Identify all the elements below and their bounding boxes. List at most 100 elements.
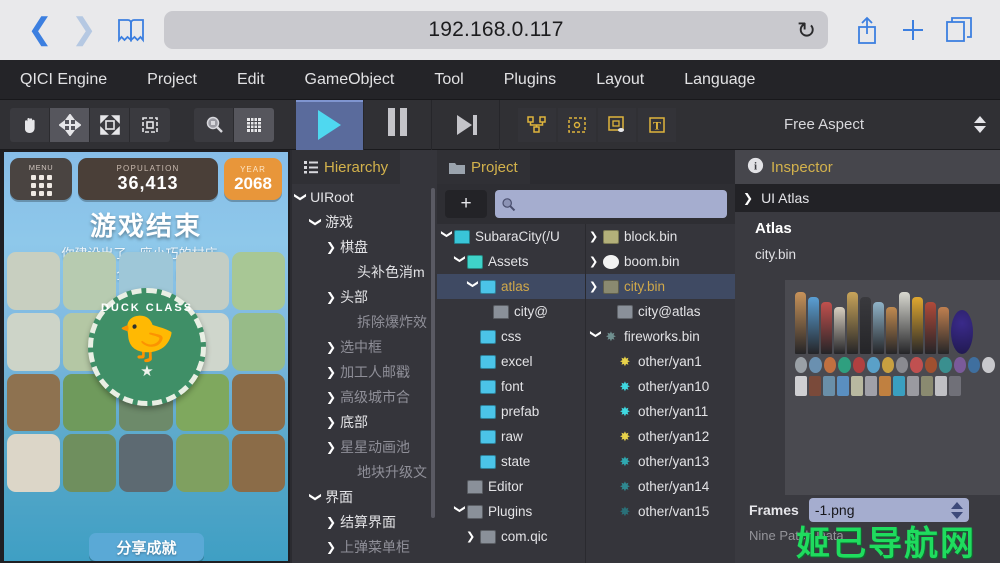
atlas-preview[interactable] (785, 280, 1000, 495)
hierarchy-row[interactable]: ❯ 头部 (292, 284, 437, 309)
share-button[interactable] (844, 8, 890, 52)
pause-button[interactable] (364, 99, 432, 150)
hierarchy-row[interactable]: ❯ 高级城市合 (292, 384, 437, 409)
chevron-down-icon[interactable]: ❯ (454, 255, 467, 269)
chevron-right-icon[interactable]: ❯ (326, 540, 336, 554)
project-tree-row[interactable]: ❯ Plugins (437, 499, 585, 524)
new-tab-button[interactable] (890, 8, 936, 52)
hierarchy-tree[interactable]: ❯ UIRoot ❯ 游戏 ❯ 棋盘 头补色消m ❯ 头部 拆除爆炸效 ❯ 选中框 ❯ 加工人邮戳 ❯ 高级城… (292, 184, 437, 563)
project-asset-row[interactable]: ✸ other/yan13 (586, 449, 735, 474)
tab-inspector[interactable]: i Inspector (735, 150, 1000, 184)
chevron-right-icon[interactable]: ❯ (466, 530, 480, 543)
chevron-right-icon[interactable]: ❯ (589, 280, 603, 293)
add-asset-button[interactable]: + (445, 190, 487, 218)
project-asset-row[interactable]: ❯ ✸ fireworks.bin (586, 324, 735, 349)
menu-item-layout[interactable]: Layout (576, 60, 664, 100)
project-asset-row[interactable]: ✸ other/yan14 (586, 474, 735, 499)
project-tree-row[interactable]: raw (437, 424, 585, 449)
game-canvas[interactable]: MENU POPULATION 36,413 YEAR 2068 游戏结束 DU… (4, 152, 288, 561)
hierarchy-row[interactable]: 头补色消m (292, 259, 437, 284)
hand-tool-button[interactable] (10, 107, 50, 142)
address-bar[interactable]: 192.168.0.117 ↻ (164, 11, 828, 49)
play-button[interactable] (296, 99, 364, 150)
back-button[interactable]: ❮ (18, 8, 62, 52)
project-asset-row[interactable]: ✸ other/van15 (586, 499, 735, 524)
chevron-right-icon[interactable]: ❯ (326, 440, 336, 454)
hierarchy-row[interactable]: ❯ 加工人邮戳 (292, 359, 437, 384)
project-search[interactable] (495, 190, 727, 218)
hierarchy-row[interactable]: ❯ 选中框 (292, 334, 437, 359)
menu-item-language[interactable]: Language (664, 60, 775, 100)
chevron-right-icon[interactable]: ❯ (326, 365, 336, 379)
menu-item-project[interactable]: Project (127, 60, 217, 100)
chevron-down-icon[interactable]: ❯ (309, 491, 323, 501)
hierarchy-row[interactable]: ❯ 界面 (292, 484, 437, 509)
menu-item-plugins[interactable]: Plugins (484, 60, 576, 100)
share-achievement-button[interactable]: 分享成就 (89, 533, 204, 561)
ui-atlas-section-header[interactable]: ❯ UI Atlas (735, 184, 1000, 212)
project-asset-list[interactable]: ❯ block.bin ❯ boom.bin ❯ city.bin city@atlas ❯ ✸… (585, 224, 735, 563)
hierarchy-row[interactable]: 地块升级文 (292, 459, 437, 484)
hierarchy-row[interactable]: ❯ 星星动画池 (292, 434, 437, 459)
menu-item-qici-engine[interactable]: QICI Engine (0, 60, 127, 100)
chevron-right-icon[interactable]: ❯ (589, 230, 603, 243)
chevron-down-icon[interactable]: ❯ (467, 280, 480, 294)
project-tree-row[interactable]: state (437, 449, 585, 474)
chevron-down-icon[interactable]: ❯ (590, 330, 603, 344)
grid-tool-button[interactable] (234, 107, 274, 142)
project-asset-row[interactable]: ✸ other/yan11 (586, 399, 735, 424)
project-tree-row[interactable]: ❯ SubaraCity(/U (437, 224, 585, 249)
project-tree-row[interactable]: font (437, 374, 585, 399)
project-tree-row[interactable]: prefab (437, 399, 585, 424)
tab-project[interactable]: Project (437, 150, 530, 184)
project-tree-row[interactable]: css (437, 324, 585, 349)
project-asset-row[interactable]: ✸ other/yan10 (586, 374, 735, 399)
menu-item-edit[interactable]: Edit (217, 60, 285, 100)
hierarchy-row[interactable]: ❯ 游戏 (292, 209, 437, 234)
chevron-right-icon[interactable]: ❯ (326, 290, 336, 304)
hierarchy-row[interactable]: ❯ UIRoot (292, 184, 437, 209)
chevron-right-icon[interactable]: ❯ (326, 515, 336, 529)
scale-tool-button[interactable] (90, 107, 130, 142)
reload-icon[interactable]: ↻ (797, 18, 816, 42)
project-asset-row[interactable]: ✸ other/yan1 (586, 349, 735, 374)
project-search-input[interactable] (521, 196, 727, 212)
move-tool-button[interactable] (50, 107, 90, 142)
text-gizmo-button[interactable]: T (638, 107, 676, 142)
project-asset-row[interactable]: ❯ city.bin (586, 274, 735, 299)
game-view-panel[interactable]: MENU POPULATION 36,413 YEAR 2068 游戏结束 DU… (0, 150, 290, 563)
chevron-down-icon[interactable]: ❯ (309, 216, 323, 226)
step-button[interactable] (432, 99, 500, 150)
chevron-right-icon[interactable]: ❯ (326, 340, 336, 354)
project-tree-row[interactable]: ❯ atlas (437, 274, 585, 299)
bookmarks-button[interactable] (114, 12, 148, 48)
project-folder-tree[interactable]: ❯ SubaraCity(/U ❯ Assets ❯ atlas city@ css excel… (437, 224, 585, 563)
hierarchy-row[interactable]: 拆除爆炸效 (292, 309, 437, 334)
chevron-down-icon[interactable]: ❯ (454, 505, 467, 519)
menu-item-tool[interactable]: Tool (414, 60, 483, 100)
tab-hierarchy[interactable]: Hierarchy (292, 150, 401, 184)
chevron-down-icon[interactable]: ❯ (294, 191, 308, 201)
hierarchy-row[interactable]: ❯ 结算界面 (292, 509, 437, 534)
project-tree-row[interactable]: city@ (437, 299, 585, 324)
hierarchy-scrollbar[interactable] (431, 188, 435, 518)
hierarchy-row[interactable]: ❯ 棋盘 (292, 234, 437, 259)
menu-item-gameobject[interactable]: GameObject (285, 60, 415, 100)
project-tree-row[interactable]: ❯ com.qic (437, 524, 585, 549)
project-tree-row[interactable]: excel (437, 349, 585, 374)
chevron-right-icon[interactable]: ❯ (326, 415, 336, 429)
forward-button[interactable]: ❯ (62, 8, 106, 52)
show-tabs-button[interactable] (936, 8, 982, 52)
sprite-gizmo-button[interactable] (598, 107, 636, 142)
chevron-right-icon[interactable]: ❯ (326, 390, 336, 404)
hierarchy-row[interactable]: ❯ 底部 (292, 409, 437, 434)
chevron-down-icon[interactable]: ❯ (441, 230, 454, 244)
menu-button[interactable]: MENU (10, 158, 72, 200)
project-asset-row[interactable]: ✸ other/yan12 (586, 424, 735, 449)
rect-tool-button[interactable] (130, 107, 170, 142)
project-tree-row[interactable]: Editor (437, 474, 585, 499)
project-asset-row[interactable]: city@atlas (586, 299, 735, 324)
project-tree-row[interactable]: ❯ Assets (437, 249, 585, 274)
frame-gizmo-button[interactable] (558, 107, 596, 142)
zoom-tool-button[interactable] (194, 107, 234, 142)
